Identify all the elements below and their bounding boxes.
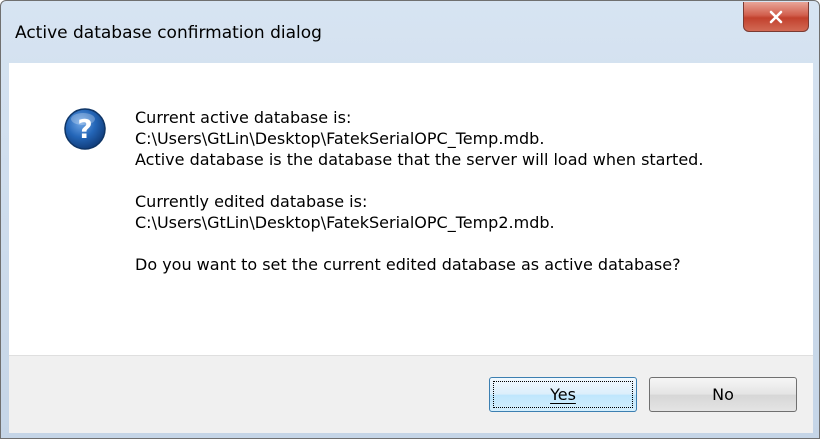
yes-button-label: Yes [550,385,576,404]
close-icon [744,2,808,31]
message-line: Active database is the database that the… [135,150,704,169]
svg-text:?: ? [77,115,92,145]
dialog-content: ? Current active database is: C:\Users\G… [9,63,813,355]
message-question: Do you want to set the current edited da… [135,255,681,274]
yes-button[interactable]: Yes [489,377,637,412]
close-button[interactable] [743,2,809,32]
question-icon: ? [63,107,107,151]
message-line: C:\Users\GtLin\Desktop\FatekSerialOPC_Te… [135,213,555,232]
dialog-window: Active database confirmation dialog ? Cu… [0,0,820,439]
message-line: C:\Users\GtLin\Desktop\FatekSerialOPC_Te… [135,129,545,148]
no-button-label: No [712,385,734,404]
no-button[interactable]: No [649,377,797,412]
message-line: Currently edited database is: [135,192,368,211]
message-text: Current active database is: C:\Users\GtL… [135,107,703,275]
message-line: Current active database is: [135,108,352,127]
button-bar: Yes No [9,355,813,433]
window-title: Active database confirmation dialog [15,23,322,43]
title-bar[interactable]: Active database confirmation dialog [1,1,819,61]
